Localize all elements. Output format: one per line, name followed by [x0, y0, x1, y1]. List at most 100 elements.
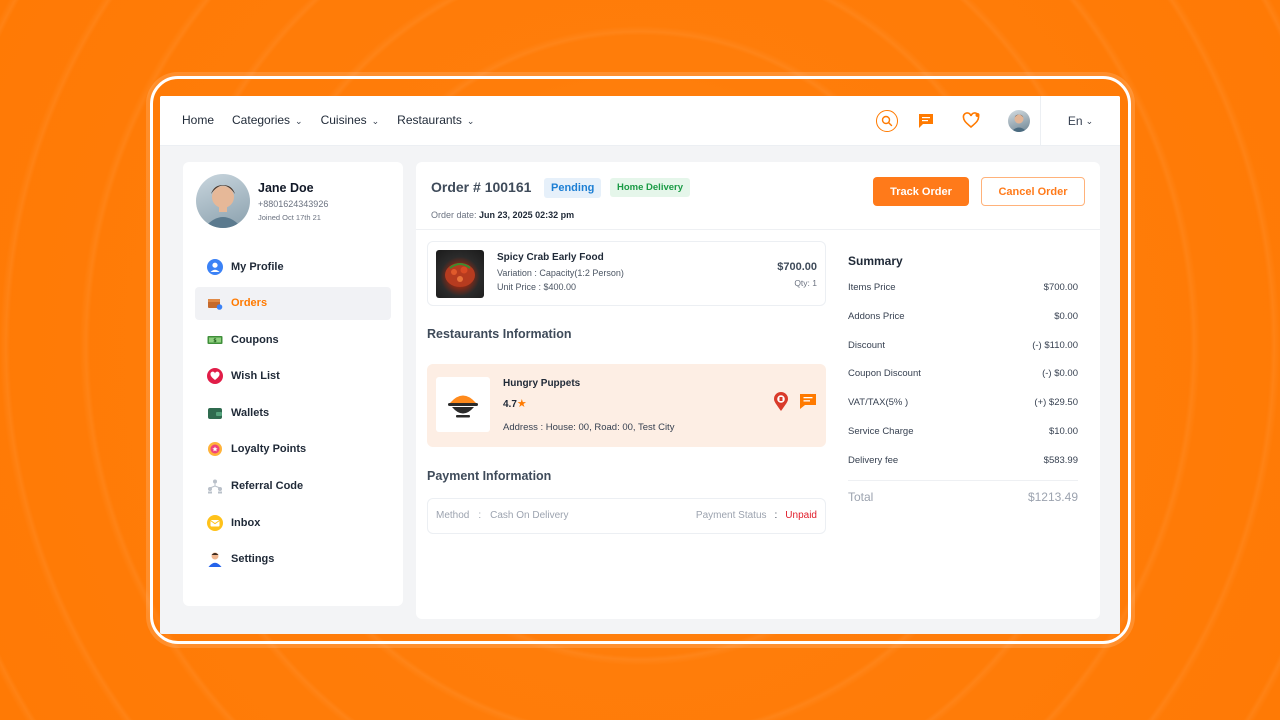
summary-title: Summary: [848, 254, 903, 268]
inbox-icon: [207, 514, 223, 531]
profile-phone: +8801624343926: [258, 199, 329, 209]
sidebar-item-label: Coupons: [231, 333, 279, 346]
sidebar-menu: My Profile Orders $ Coupons Wish List Wa…: [195, 250, 391, 579]
nav-restaurants[interactable]: Restaurants ⌄: [397, 113, 474, 127]
restaurant-name: Hungry Puppets: [503, 378, 581, 389]
referral-icon: [207, 478, 223, 494]
nav-home-label: Home: [182, 113, 215, 127]
cancel-order-button[interactable]: Cancel Order: [981, 177, 1085, 206]
summary-row-label: Discount: [848, 339, 885, 351]
payment-method-separator: :: [478, 510, 482, 521]
summary-total: Total $1213.49: [848, 490, 1078, 504]
chat-icon[interactable]: [917, 112, 935, 130]
location-pin-icon[interactable]: [773, 392, 789, 417]
sidebar-item-label: Referral Code: [231, 480, 304, 493]
avatar[interactable]: [1008, 110, 1030, 132]
order-status-badge: Pending: [544, 178, 602, 198]
payment-method-label: Method: [436, 510, 470, 521]
nav-categories[interactable]: Categories ⌄: [232, 113, 303, 127]
language-label: En: [1067, 114, 1083, 128]
sidebar-item-coupons[interactable]: $ Coupons: [195, 323, 391, 356]
restaurant-actions: [773, 392, 817, 417]
restaurant-rating: 4.7★: [503, 397, 527, 410]
restaurant-section-title: Restaurants Information: [427, 327, 572, 341]
nav-categories-label: Categories: [232, 113, 291, 127]
summary-total-value: $1213.49: [1027, 489, 1078, 504]
payment-status-value: Unpaid: [785, 510, 817, 521]
profile-joined-date: Joined Oct 17th 21: [258, 213, 321, 222]
order-item-card: Spicy Crab Early Food Variation : Capaci…: [427, 241, 826, 306]
item-name: Spicy Crab Early Food: [497, 252, 604, 263]
order-type-badge: Home Delivery: [610, 178, 691, 197]
restaurant-logo: [436, 377, 490, 432]
svg-text:$: $: [213, 338, 217, 344]
summary-row-value: $583.99: [1043, 454, 1078, 466]
sidebar-item-label: Wallets: [231, 406, 270, 419]
sidebar-item-wallets[interactable]: Wallets: [195, 396, 391, 429]
sidebar-item-wish-list[interactable]: Wish List: [195, 360, 391, 393]
sidebar-item-label: Orders: [231, 297, 268, 310]
top-navigation: Home Categories ⌄ Cuisines ⌄ Restaurants ⌄ …: [160, 96, 1120, 146]
heart-icon: [207, 368, 223, 385]
main-nav: Home Categories ⌄ Cuisines ⌄ Restaurants ⌄: [182, 113, 474, 127]
nav-cuisines[interactable]: Cuisines ⌄: [321, 113, 380, 127]
track-order-button[interactable]: Track Order: [873, 177, 969, 206]
item-unit-price: Unit Price : $400.00: [497, 282, 577, 292]
chevron-down-icon: ⌄: [466, 116, 475, 126]
summary-row-label: VAT/TAX(5% ): [848, 397, 909, 409]
settings-icon: [207, 551, 223, 568]
item-price: $700.00: [777, 261, 817, 273]
summary-row-label: Service Charge: [848, 425, 914, 437]
sidebar-item-label: My Profile: [231, 260, 284, 273]
chevron-down-icon: ⌄: [295, 116, 303, 126]
summary-row-label: Coupon Discount: [848, 368, 921, 380]
coupon-icon: $: [207, 332, 223, 348]
chat-icon[interactable]: [799, 392, 817, 417]
profile-name: Jane Doe: [258, 181, 314, 195]
payment-method-value: Cash On Delivery: [490, 510, 569, 521]
sidebar-item-orders[interactable]: Orders: [195, 286, 391, 320]
sidebar-item-inbox[interactable]: Inbox: [195, 506, 391, 539]
order-title: Order # 100161: [431, 179, 532, 195]
summary-row: Discount (-) $110.00: [848, 340, 1078, 369]
nav-home[interactable]: Home: [182, 113, 214, 127]
language-selector[interactable]: En ⌄: [1040, 96, 1120, 146]
sidebar-item-settings[interactable]: Settings: [195, 543, 391, 576]
summary-row-value: (+) $29.50: [1034, 397, 1078, 409]
sidebar-item-label: Inbox: [231, 516, 261, 529]
sidebar-item-label: Loyalty Points: [231, 443, 307, 456]
summary-row: Coupon Discount (-) $0.00: [848, 368, 1078, 397]
nav-cuisines-label: Cuisines: [320, 113, 367, 127]
food-image: [436, 250, 484, 298]
sidebar-item-referral-code[interactable]: Referral Code: [195, 470, 391, 503]
summary-row-value: (-) $0.00: [1042, 368, 1078, 380]
summary-row: VAT/TAX(5% ) (+) $29.50: [848, 397, 1078, 426]
summary-row: Addons Price $0.00: [848, 311, 1078, 340]
sidebar-item-loyalty-points[interactable]: Loyalty Points: [195, 433, 391, 466]
payment-status-label: Payment Status: [695, 510, 767, 521]
payment-status-separator: :: [774, 510, 778, 521]
item-quantity: Qty: 1: [794, 278, 817, 288]
payment-method: Method: Cash On Delivery: [436, 510, 569, 521]
order-summary: Summary Items Price $700.00 Addons Price $…: [848, 254, 1078, 504]
star-icon: ★: [516, 398, 527, 410]
header-divider: [416, 229, 1100, 230]
restaurant-rating-value: 4.7: [503, 399, 517, 410]
summary-row-value: $10.00: [1048, 425, 1078, 437]
chevron-down-icon: ⌄: [371, 116, 380, 126]
loyalty-icon: [207, 441, 223, 457]
summary-row: Items Price $700.00: [848, 282, 1078, 311]
summary-row: Service Charge $10.00: [848, 426, 1078, 455]
wallet-icon: [207, 405, 223, 421]
sidebar-item-my-profile[interactable]: My Profile: [195, 250, 391, 283]
summary-row-value: $700.00: [1043, 282, 1078, 293]
payment-card: Method: Cash On Delivery Payment Status: U…: [427, 498, 826, 534]
summary-row-value: (-) $110.00: [1032, 339, 1078, 351]
summary-total-label: Total: [848, 489, 874, 504]
restaurant-card: Hungry Puppets 4.7★ Address : House: 00,…: [427, 364, 826, 447]
summary-row-label: Delivery fee: [848, 454, 899, 466]
search-icon[interactable]: [876, 110, 898, 132]
user-icon: [207, 258, 223, 275]
heart-icon[interactable]: [962, 112, 981, 130]
profile-sidebar: Jane Doe +8801624343926 Joined Oct 17th …: [183, 162, 403, 606]
